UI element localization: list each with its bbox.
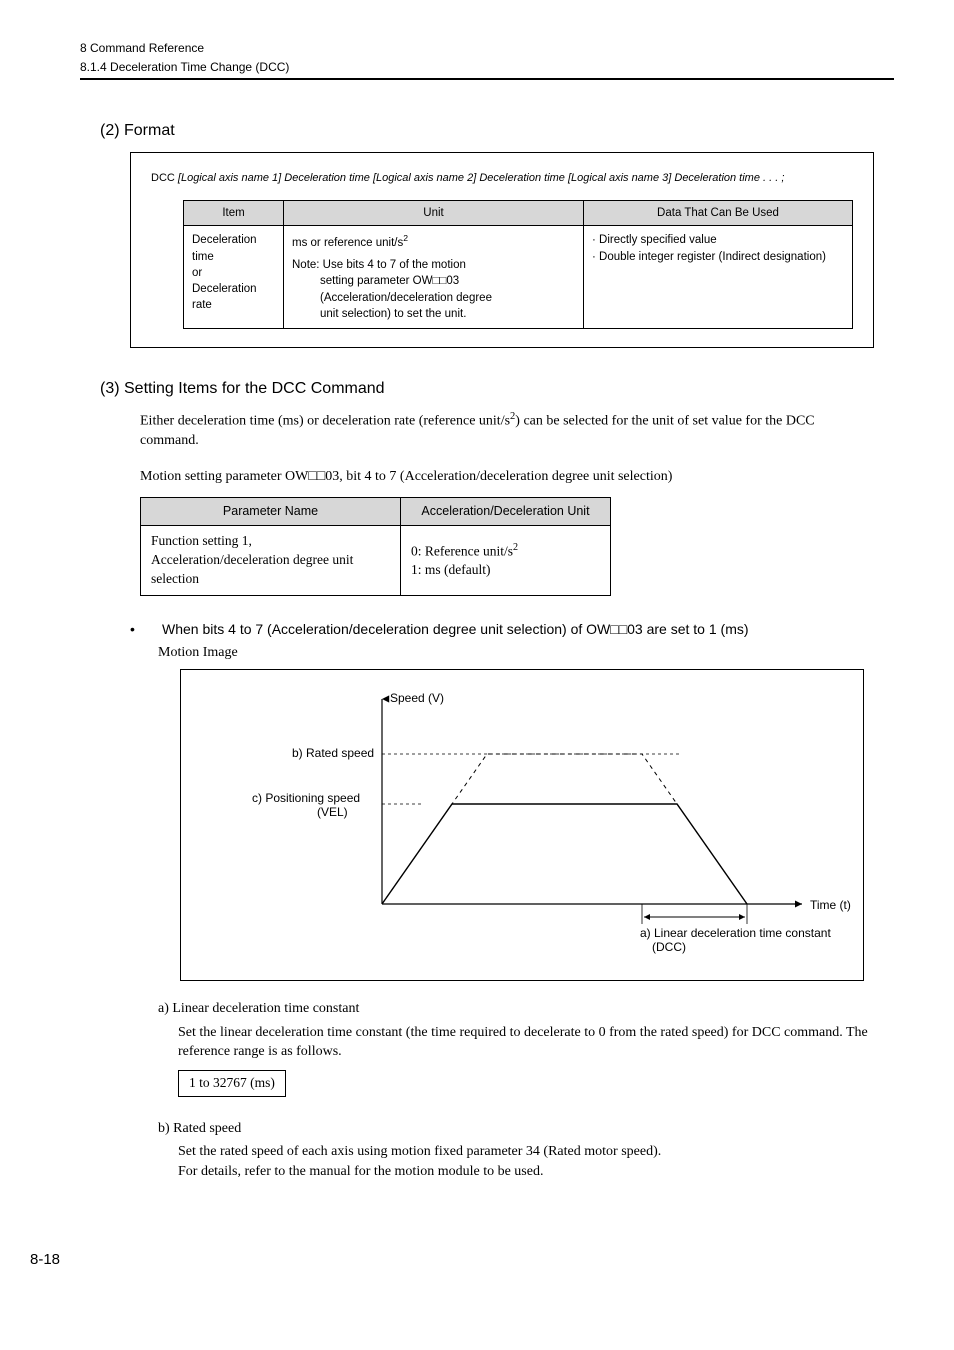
cell-item: Deceleration time or Deceleration rate — [184, 226, 284, 328]
format-box: DCC [Logical axis name 1] Deceleration t… — [130, 152, 874, 348]
col-item: Item — [184, 201, 284, 226]
dcc-args: [Logical axis name 1] Deceleration time … — [175, 172, 785, 184]
dcc-prefix: DCC — [151, 172, 175, 184]
note-line3: (Acceleration/deceleration degree — [292, 290, 575, 306]
col-accel-unit: Acceleration/Deceleration Unit — [401, 497, 611, 526]
chart-decel-label1: a) Linear deceleration time constant — [640, 926, 831, 940]
note-label: Note: Use bits 4 to 7 of the motion — [292, 259, 466, 271]
cell-accel-unit: 0: Reference unit/s2 1: ms (default) — [401, 526, 611, 596]
sub-a-desc: Set the linear deceleration time constan… — [178, 1023, 874, 1062]
note-line4: unit selection) to set the unit. — [292, 306, 575, 322]
col-unit: Unit — [284, 201, 584, 226]
col-data: Data That Can Be Used — [584, 201, 853, 226]
accel1: 1: ms (default) — [411, 562, 490, 577]
page-number: 8-18 — [30, 1249, 60, 1270]
cell-data: · Directly specified value · Double inte… — [584, 226, 853, 328]
col-param-name: Parameter Name — [141, 497, 401, 526]
chart-decel-label2: (DCC) — [652, 940, 686, 954]
sub-item-a: a) Linear deceleration time constant Set… — [158, 999, 874, 1097]
format-table: Item Unit Data That Can Be Used Decelera… — [183, 200, 853, 328]
section-3-title: (3) Setting Items for the DCC Command — [100, 378, 894, 400]
bullet-heading: •When bits 4 to 7 (Acceleration/decelera… — [130, 620, 894, 640]
param-table: Parameter Name Acceleration/Deceleration… — [140, 497, 611, 596]
note-line2: setting parameter OW□□03 — [292, 273, 575, 289]
motion-image-label: Motion Image — [158, 643, 894, 663]
unit-text: ms or reference unit/s — [292, 237, 403, 249]
accel0sup: 2 — [513, 542, 518, 553]
motion-chart: Speed (V) Time (t) b) Rated speed c) Pos… — [180, 669, 864, 981]
unit-sup: 2 — [403, 233, 408, 243]
p1: Either deceleration time (ms) or deceler… — [140, 410, 874, 451]
section-2-title: (2) Format — [100, 120, 894, 142]
chart-pos-label1: c) Positioning speed — [252, 791, 360, 805]
p2: Motion setting parameter OW□□03, bit 4 t… — [140, 467, 874, 487]
section-3-body: Either deceleration time (ms) or deceler… — [140, 410, 874, 486]
cell-unit: ms or reference unit/s2 Note: Use bits 4… — [284, 226, 584, 328]
sub-b-desc1: Set the rated speed of each axis using m… — [178, 1142, 874, 1162]
accel0: 0: Reference unit/s — [411, 543, 513, 558]
chart-ylabel: Speed (V) — [390, 691, 444, 705]
data-opt2: · Double integer register (Indirect desi… — [592, 249, 844, 265]
sub-a-label: a) Linear deceleration time constant — [158, 999, 874, 1019]
data-opt1: · Directly specified value — [592, 232, 844, 248]
chart-rated-label: b) Rated speed — [292, 746, 374, 760]
range-box: 1 to 32767 (ms) — [178, 1070, 286, 1097]
sub-b-label: b) Rated speed — [158, 1119, 874, 1139]
dcc-syntax-line: DCC [Logical axis name 1] Deceleration t… — [151, 171, 853, 186]
chart-xlabel: Time (t) — [810, 898, 851, 912]
sub-b-desc2: For details, refer to the manual for the… — [178, 1162, 874, 1182]
bullet-dot-icon: • — [130, 620, 144, 640]
chart-svg: Speed (V) Time (t) b) Rated speed c) Pos… — [191, 684, 853, 964]
chapter-label: 8 Command Reference — [80, 40, 894, 57]
p1a: Either deceleration time (ms) or deceler… — [140, 414, 510, 429]
section-label: 8.1.4 Deceleration Time Change (DCC) — [80, 59, 894, 78]
chart-pos-label2: (VEL) — [317, 805, 348, 819]
bullet-text: When bits 4 to 7 (Acceleration/decelerat… — [144, 621, 749, 637]
sub-item-b: b) Rated speed Set the rated speed of ea… — [158, 1119, 874, 1182]
cell-param-name: Function setting 1, Acceleration/deceler… — [141, 526, 401, 596]
